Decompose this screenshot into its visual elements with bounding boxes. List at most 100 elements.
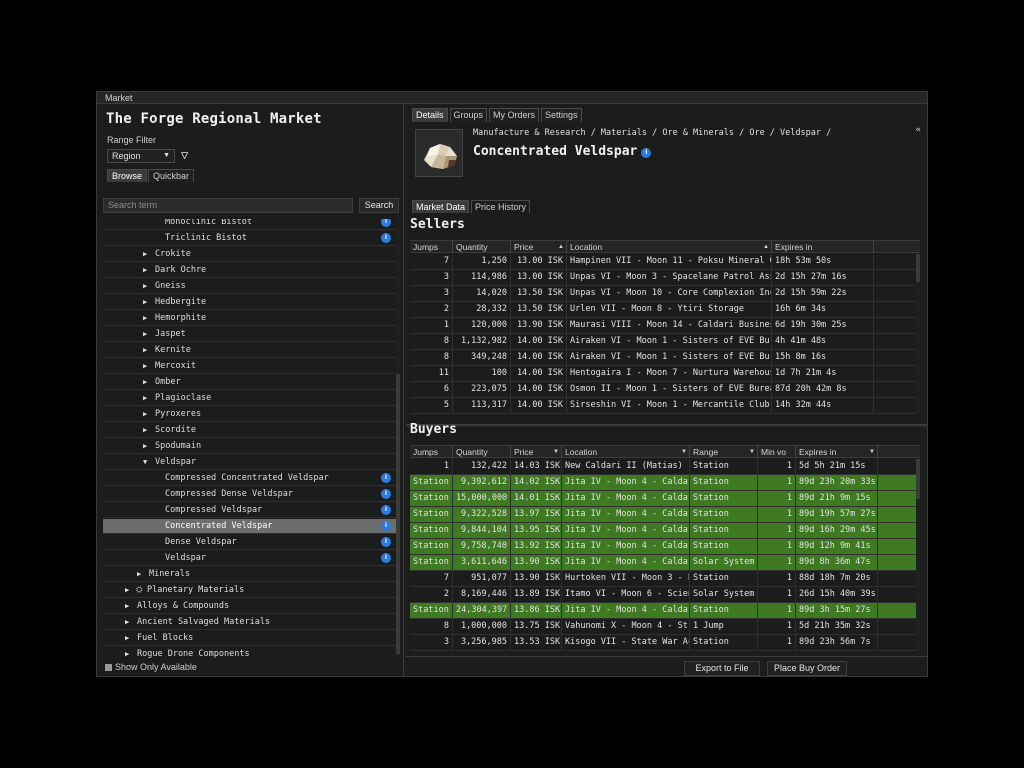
info-icon[interactable]: i	[381, 489, 391, 499]
column-header[interactable]: Min vo	[758, 446, 796, 458]
tree-item[interactable]: ▶ Hemorphite	[103, 311, 396, 326]
table-row[interactable]: 3 14,020 13.50 ISK Unpas VI - Moon 10 - Cor…	[410, 286, 920, 302]
tree-item[interactable]: ▶ Jaspet	[103, 327, 396, 342]
column-header[interactable]: Price ▼	[511, 446, 562, 458]
pane-divider[interactable]	[406, 424, 927, 427]
info-icon[interactable]: i	[381, 505, 391, 515]
item-image[interactable]	[415, 129, 463, 177]
info-icon[interactable]: i	[641, 148, 652, 158]
tab-quickbar[interactable]: Quickbar	[148, 169, 195, 182]
tree-item[interactable]: Compressed Veldspar i	[103, 503, 396, 518]
tree-item[interactable]: ▶ Rogue Drone Components	[103, 647, 396, 659]
tree-item[interactable]: ▶ Plagioclase	[103, 391, 396, 406]
column-header[interactable]: Jumps	[410, 241, 453, 253]
tab-browse[interactable]: Browse	[107, 169, 148, 182]
chevron-right-icon[interactable]: ▶	[143, 263, 147, 278]
tree-item[interactable]: ▶ Dark Ochre	[103, 263, 396, 278]
chevron-right-icon[interactable]: ▶	[125, 631, 129, 646]
tab-market-data[interactable]: Market Data	[412, 200, 470, 213]
column-header[interactable]: Location ▲	[567, 241, 772, 253]
table-scrollbar[interactable]	[916, 459, 920, 651]
table-row[interactable]: 7 1,250 13.00 ISK Hampinen VII - Moon 11 - …	[410, 254, 920, 270]
chevron-right-icon[interactable]: ▶	[143, 343, 147, 358]
column-header[interactable]: Jumps	[410, 446, 453, 458]
tree-scrollbar[interactable]	[396, 219, 400, 659]
tree-item[interactable]: Compressed Concentrated Veldspar i	[103, 471, 396, 486]
table-row[interactable]: Station 3,611,646 13.90 ISK Jita IV - Moon …	[410, 555, 920, 571]
search-input[interactable]: Search term	[103, 198, 353, 213]
chevron-right-icon[interactable]: ▶	[143, 327, 147, 342]
tab-price-history[interactable]: Price History	[471, 200, 531, 213]
table-row[interactable]: 1 120,000 13.90 ISK Maurasi VIII - Moon 14 …	[410, 318, 920, 334]
table-row[interactable]: 8 349,248 14.00 ISK Airaken VI - Moon 1 - S…	[410, 350, 920, 366]
info-icon[interactable]: i	[381, 537, 391, 547]
chevron-right-icon[interactable]: ▶	[125, 599, 129, 614]
chevron-right-icon[interactable]: ▶	[143, 375, 147, 390]
tree-item[interactable]: ▼ Veldspar	[103, 455, 396, 470]
table-row[interactable]: Station 9,322,528 13.97 ISK Jita IV - Moon …	[410, 507, 920, 523]
tree-item[interactable]: ▶ Crokite	[103, 247, 396, 262]
chevron-right-icon[interactable]: ▶	[137, 567, 141, 582]
chevron-right-icon[interactable]: ▶	[125, 615, 129, 630]
table-row[interactable]: 3 114,986 13.00 ISK Unpas VI - Moon 3 - Spa…	[410, 270, 920, 286]
column-header[interactable]: Quantity	[453, 241, 511, 253]
chevron-right-icon[interactable]: ▶	[143, 407, 147, 422]
column-header[interactable]: Location ▼	[562, 446, 690, 458]
table-row[interactable]: 3 3,256,985 13.53 ISK Kisogo VII - State Wa…	[410, 635, 920, 651]
table-row[interactable]: Station 9,392,612 14.02 ISK Jita IV - Moon …	[410, 475, 920, 491]
tab-my-orders[interactable]: My Orders	[489, 108, 540, 122]
tree-item[interactable]: ▶ Mercoxit	[103, 359, 396, 374]
scrollbar-thumb[interactable]	[916, 254, 920, 282]
table-row[interactable]: Station 9,758,740 13.92 ISK Jita IV - Moon …	[410, 539, 920, 555]
chevron-right-icon[interactable]: ▶	[143, 311, 147, 326]
info-icon[interactable]: i	[381, 233, 391, 243]
range-filter-select[interactable]: Region ▼	[107, 149, 175, 163]
tree-item[interactable]: Concentrated Veldspar i	[103, 519, 396, 534]
chevron-right-icon[interactable]: ▶	[143, 391, 147, 406]
tree-item[interactable]: ▶ Gneiss	[103, 279, 396, 294]
filter-icon[interactable]: ▽	[181, 148, 188, 162]
column-header[interactable]: Quantity	[453, 446, 511, 458]
tree-item[interactable]: ▶ Spodumain	[103, 439, 396, 454]
tab-settings[interactable]: Settings	[541, 108, 582, 122]
tree-item[interactable]: ▶ Kernite	[103, 343, 396, 358]
export-to-file-button[interactable]: Export to File	[684, 661, 760, 676]
chevron-right-icon[interactable]: ▶	[125, 647, 129, 659]
chevron-down-icon[interactable]: ▼	[143, 455, 147, 470]
table-row[interactable]: 2 8,169,446 13.89 ISK Itamo VI - Moon 6 - S…	[410, 587, 920, 603]
tree-item[interactable]: ▶ Ancient Salvaged Materials	[103, 615, 396, 630]
column-header[interactable]: Range ▼	[690, 446, 758, 458]
tree-item[interactable]: ▶ Omber	[103, 375, 396, 390]
table-row[interactable]: 8 1,000,000 13.75 ISK Vahunomi X - Moon 4 -…	[410, 619, 920, 635]
chevron-right-icon[interactable]: ▶	[143, 295, 147, 310]
table-row[interactable]: 6 223,075 14.00 ISK Osmon II - Moon 1 - Sis…	[410, 382, 920, 398]
table-scrollbar[interactable]	[916, 254, 920, 414]
tab-groups[interactable]: Groups	[449, 108, 488, 122]
table-row[interactable]: 8 1,132,982 14.00 ISK Airaken VI - Moon 1 -…	[410, 334, 920, 350]
tree-item[interactable]: ▶ Hedbergite	[103, 295, 396, 310]
table-row[interactable]: 11 100 14.00 ISK Hentogaira I - Moon 7 - Nu…	[410, 366, 920, 382]
scrollbar-thumb[interactable]	[396, 374, 400, 654]
tree-item[interactable]: Monoclinic Bistot i	[103, 219, 396, 230]
tree-item[interactable]: ▶ ⛭ Planetary Materials	[103, 583, 396, 598]
info-icon[interactable]: i	[381, 219, 391, 227]
tree-item[interactable]: ▶ Alloys & Compounds	[103, 599, 396, 614]
tree-item[interactable]: Triclinic Bistot i	[103, 231, 396, 246]
chevron-right-icon[interactable]: ▶	[143, 247, 147, 262]
tree-item[interactable]: Dense Veldspar i	[103, 535, 396, 550]
tab-details[interactable]: Details	[412, 108, 448, 122]
table-row[interactable]: Station 9,844,104 13.95 ISK Jita IV - Moon …	[410, 523, 920, 539]
chevron-right-icon[interactable]: ▶	[125, 583, 129, 598]
tree-item[interactable]: ▶ Minerals	[103, 567, 396, 582]
column-header[interactable]: Expires in ▼	[796, 446, 878, 458]
chevron-right-icon[interactable]: ▶	[143, 423, 147, 438]
chevron-right-icon[interactable]: ▶	[143, 439, 147, 454]
column-header[interactable]: Expires in	[772, 241, 874, 253]
show-only-available-checkbox[interactable]: Show Only Available	[105, 662, 197, 672]
table-row[interactable]: Station 15,000,000 14.01 ISK Jita IV - Moon…	[410, 491, 920, 507]
scrollbar-thumb[interactable]	[916, 459, 920, 499]
info-icon[interactable]: i	[381, 521, 391, 531]
collapse-icon[interactable]: «	[916, 125, 921, 135]
table-row[interactable]: 7 951,077 13.90 ISK Hurtoken VII - Moon 3 -…	[410, 571, 920, 587]
tree-item[interactable]: Veldspar i	[103, 551, 396, 566]
